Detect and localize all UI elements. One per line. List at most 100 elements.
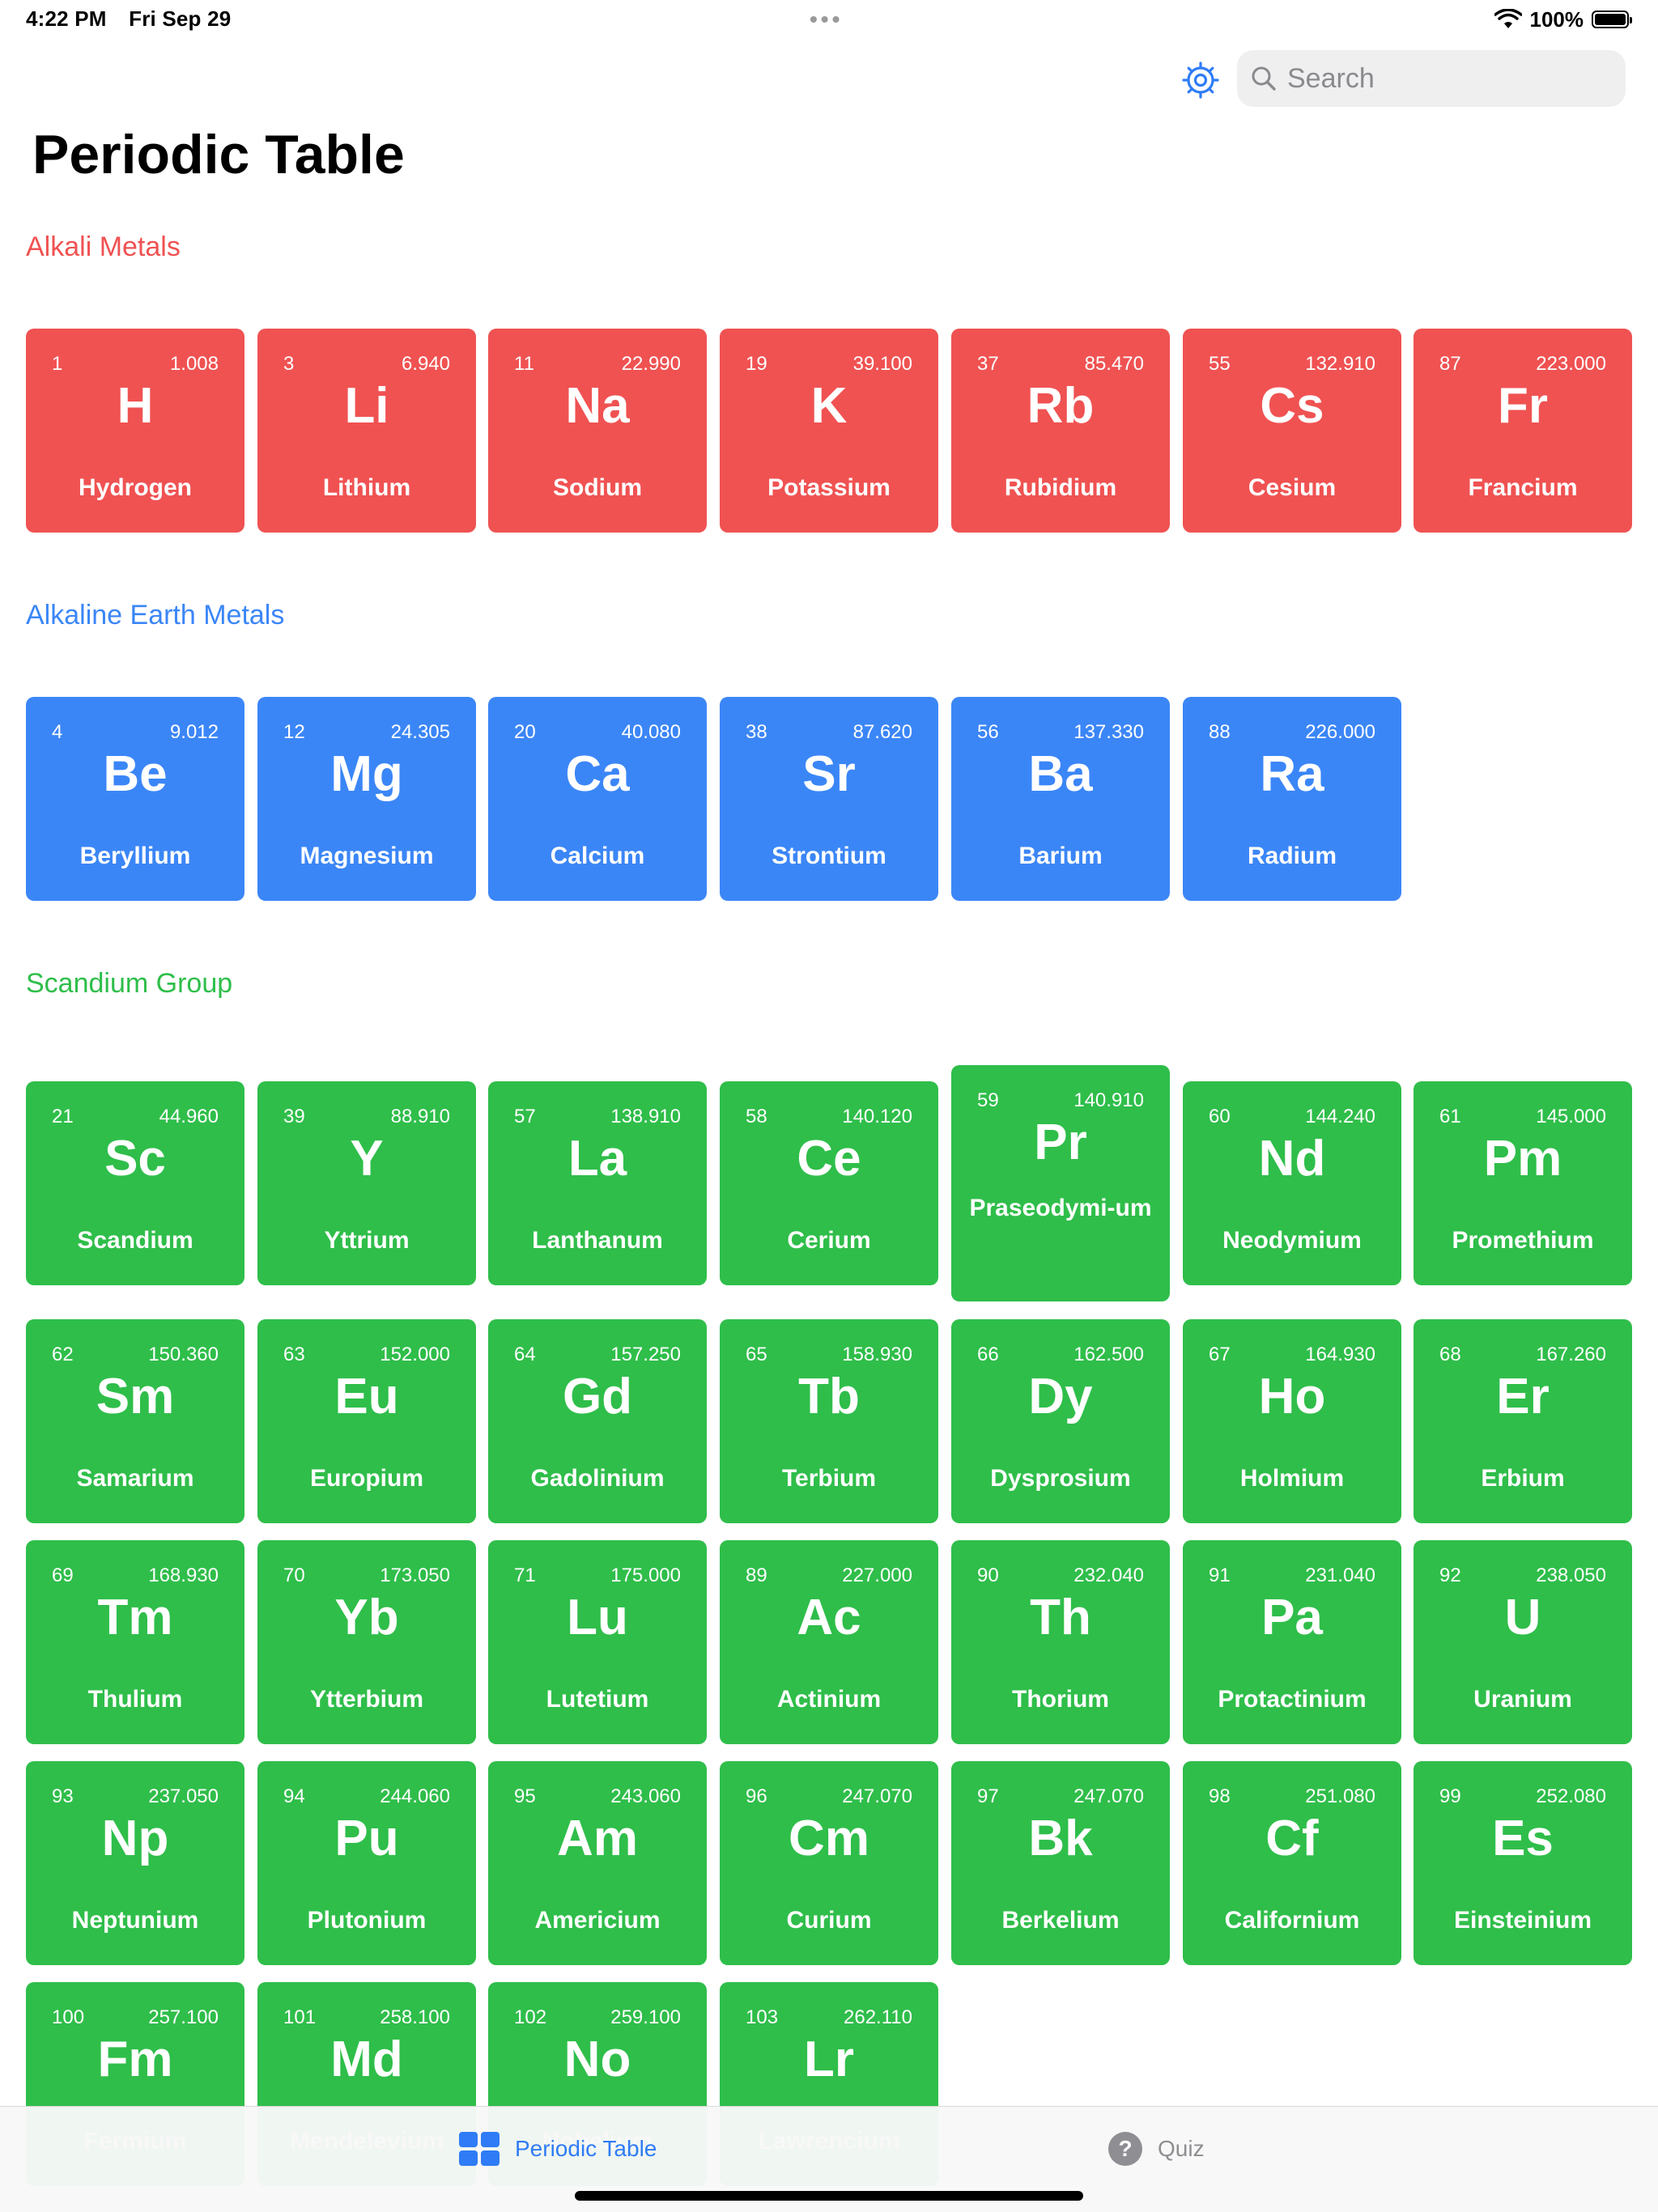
atomic-number: 65 [746,1344,767,1365]
element-tile-bk[interactable]: 97 247.070 Bk Berkelium [951,1761,1170,1965]
element-name: Neodymium [1222,1227,1362,1254]
element-tile-mg[interactable]: 12 24.305 Mg Magnesium [257,697,476,901]
atomic-mass: 152.000 [380,1344,450,1365]
element-tile-k[interactable]: 19 39.100 K Potassium [720,329,938,533]
multitasking-dots[interactable]: ••• [810,6,843,32]
element-symbol: Pa [1261,1590,1323,1645]
element-symbol: Cf [1265,1811,1319,1866]
element-tile-ba[interactable]: 56 137.330 Ba Barium [951,697,1170,901]
element-tile-y[interactable]: 39 88.910 Y Yttrium [257,1081,476,1285]
atomic-mass: 24.305 [390,721,450,743]
element-name: Cesium [1248,474,1337,501]
element-tile-na[interactable]: 11 22.990 Na Sodium [488,329,707,533]
element-tile-sr[interactable]: 38 87.620 Sr Strontium [720,697,938,901]
atomic-mass: 223.000 [1536,353,1606,375]
element-symbol: Th [1030,1590,1091,1645]
atomic-mass: 6.940 [401,353,450,375]
element-tile-am[interactable]: 95 243.060 Am Americium [488,1761,707,1965]
atomic-mass: 247.070 [1073,1785,1144,1807]
atomic-mass: 232.040 [1073,1565,1144,1586]
atomic-mass: 259.100 [610,2006,681,2028]
gear-icon[interactable] [1180,60,1221,100]
element-tile-sm[interactable]: 62 150.360 Sm Samarium [26,1319,244,1523]
element-symbol: Sr [802,746,856,802]
element-tile-cs[interactable]: 55 132.910 Cs Cesium [1183,329,1401,533]
element-tile-er[interactable]: 68 167.260 Er Erbium [1414,1319,1632,1523]
element-tile-sc[interactable]: 21 44.960 Sc Scandium [26,1081,244,1285]
atomic-number: 97 [977,1785,999,1807]
tab-quiz[interactable]: ? Quiz [1107,2131,1205,2167]
element-name: Beryllium [79,843,191,869]
element-name: Gadolinium [530,1465,665,1492]
element-tile-pu[interactable]: 94 244.060 Pu Plutonium [257,1761,476,1965]
element-tile-tm[interactable]: 69 168.930 Tm Thulium [26,1540,244,1744]
element-symbol: Cm [789,1811,869,1866]
home-indicator[interactable] [575,2191,1083,2201]
element-tile-la[interactable]: 57 138.910 La Lanthanum [488,1081,707,1285]
element-tile-ca[interactable]: 20 40.080 Ca Calcium [488,697,707,901]
atomic-mass: 138.910 [610,1106,681,1127]
svg-text:?: ? [1118,2136,1132,2161]
element-name: Yttrium [324,1227,410,1254]
atomic-number: 57 [514,1106,536,1127]
element-name: Lutetium [546,1686,649,1713]
atomic-number: 94 [283,1785,305,1807]
element-name: Americium [534,1907,661,1934]
element-tile-u[interactable]: 92 238.050 U Uranium [1414,1540,1632,1744]
element-symbol: Na [565,378,630,434]
element-tile-cm[interactable]: 96 247.070 Cm Curium [720,1761,938,1965]
element-tile-cf[interactable]: 98 251.080 Cf Californium [1183,1761,1401,1965]
element-tile-ce[interactable]: 58 140.120 Ce Cerium [720,1081,938,1285]
element-tile-es[interactable]: 99 252.080 Es Einsteinium [1414,1761,1632,1965]
element-tile-nd[interactable]: 60 144.240 Nd Neodymium [1183,1081,1401,1285]
search-input[interactable] [1286,62,1613,96]
element-name: Praseodymi-um [969,1195,1152,1221]
element-tile-tb[interactable]: 65 158.930 Tb Terbium [720,1319,938,1523]
atomic-number: 66 [977,1344,999,1365]
element-symbol: Cs [1260,378,1324,434]
element-tile-eu[interactable]: 63 152.000 Eu Europium [257,1319,476,1523]
element-tile-h[interactable]: 1 1.008 H Hydrogen [26,329,244,533]
atomic-mass: 39.100 [852,353,912,375]
atomic-number: 95 [514,1785,536,1807]
element-name: Cerium [787,1227,871,1254]
status-time-date: 4:22 PM Fri Sep 29 [26,6,247,32]
element-tile-pa[interactable]: 91 231.040 Pa Protactinium [1183,1540,1401,1744]
element-name: Plutonium [307,1907,427,1934]
element-tile-lu[interactable]: 71 175.000 Lu Lutetium [488,1540,707,1744]
element-tile-be[interactable]: 4 9.012 Be Beryllium [26,697,244,901]
wifi-icon [1494,9,1522,28]
element-tile-li[interactable]: 3 6.940 Li Lithium [257,329,476,533]
search-bar[interactable] [1237,50,1626,107]
element-name: Thorium [1012,1686,1109,1713]
element-tile-pr[interactable]: 59 140.910 Pr Praseodymi-um [951,1065,1170,1301]
atomic-mass: 1.008 [169,353,219,375]
element-tile-yb[interactable]: 70 173.050 Yb Ytterbium [257,1540,476,1744]
tab-label-periodic-table: Periodic Table [515,2136,657,2161]
element-symbol: U [1504,1590,1541,1645]
element-tile-fr[interactable]: 87 223.000 Fr Francium [1414,329,1632,533]
element-tile-pm[interactable]: 61 145.000 Pm Promethium [1414,1081,1632,1285]
atomic-number: 89 [746,1565,767,1586]
atomic-number: 92 [1439,1565,1461,1586]
element-tile-dy[interactable]: 66 162.500 Dy Dysprosium [951,1319,1170,1523]
atomic-mass: 85.470 [1084,353,1144,375]
element-tile-gd[interactable]: 64 157.250 Gd Gadolinium [488,1319,707,1523]
element-tile-np[interactable]: 93 237.050 Np Neptunium [26,1761,244,1965]
element-symbol: Rb [1027,378,1095,434]
element-name: Calcium [550,843,645,869]
atomic-number: 91 [1209,1565,1231,1586]
atomic-mass: 144.240 [1305,1106,1375,1127]
element-tile-th[interactable]: 90 232.040 Th Thorium [951,1540,1170,1744]
element-tile-ra[interactable]: 88 226.000 Ra Radium [1183,697,1401,901]
element-name: Potassium [767,474,891,501]
element-tile-ac[interactable]: 89 227.000 Ac Actinium [720,1540,938,1744]
element-name: Ytterbium [309,1686,423,1713]
element-name: Magnesium [300,843,434,869]
element-tile-rb[interactable]: 37 85.470 Rb Rubidium [951,329,1170,533]
atomic-number: 93 [52,1785,74,1807]
tab-periodic-table[interactable]: Periodic Table [458,2131,657,2167]
element-name: Strontium [772,843,886,869]
battery-percent: 100% [1529,6,1584,32]
element-tile-ho[interactable]: 67 164.930 Ho Holmium [1183,1319,1401,1523]
